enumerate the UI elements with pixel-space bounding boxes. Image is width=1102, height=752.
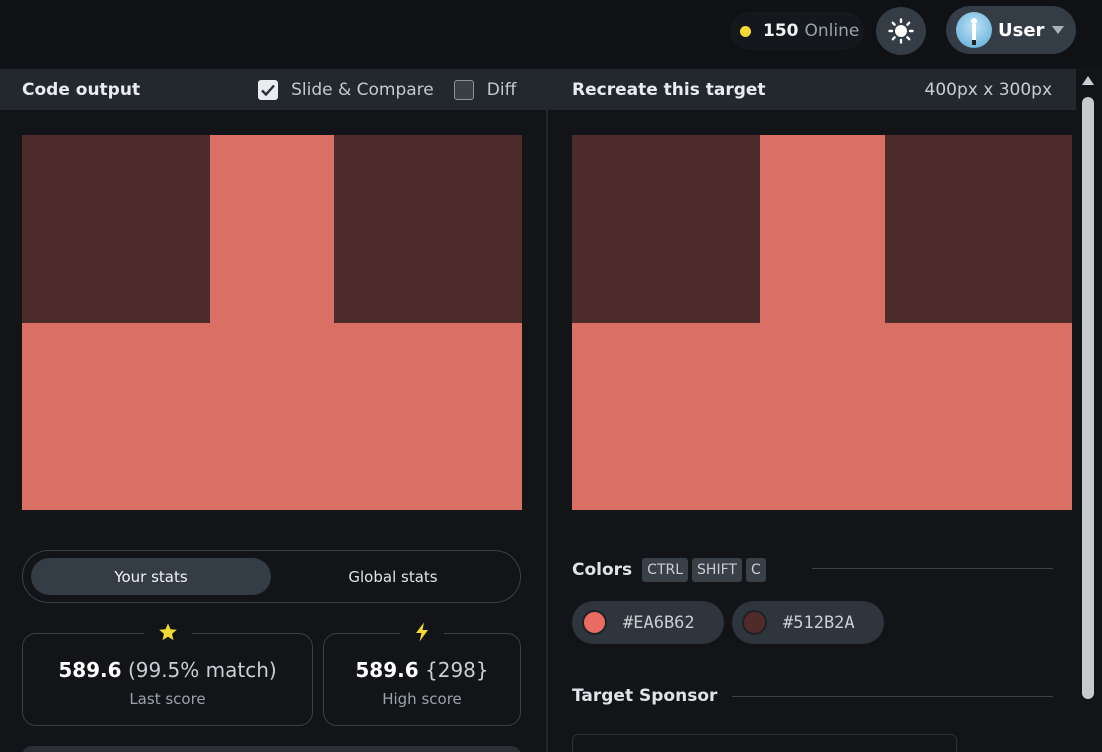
dark-block-left (22, 135, 210, 323)
color-swatch-chip[interactable]: #EA6B62 (572, 601, 724, 644)
online-indicator: 150 Online (730, 12, 864, 50)
color-swatch (582, 610, 607, 635)
colors-divider (812, 568, 1053, 569)
code-output-preview[interactable] (22, 135, 522, 510)
high-score-value: 589.6 (355, 658, 419, 682)
color-hex: #512B2A (783, 612, 855, 633)
color-swatch-chip[interactable]: #512B2A (732, 601, 884, 644)
dark-block-right (885, 135, 1072, 323)
slide-compare-toggle[interactable]: Slide & Compare (258, 79, 434, 100)
target-dimensions: 400px x 300px (924, 79, 1052, 100)
last-score: 589.6 (99.5% match) (23, 658, 312, 682)
code-output-header: Code output Slide & Compare Diff (0, 69, 546, 110)
tab-your-stats[interactable]: Your stats (31, 558, 271, 595)
color-swatch (742, 610, 767, 635)
target-title: Recreate this target (572, 79, 766, 100)
kbd-ctrl: CTRL (642, 558, 689, 582)
sponsor-title: Target Sponsor (572, 686, 718, 706)
last-score-label: Last score (129, 690, 206, 708)
bottom-panel[interactable] (22, 746, 521, 752)
diff-checkbox[interactable] (453, 79, 474, 100)
diff-toggle[interactable]: Diff (453, 79, 517, 100)
tab-global-stats[interactable]: Global stats (273, 558, 513, 595)
online-count: 150 (763, 21, 799, 41)
high-score-card: 589.6 {298} High score (323, 622, 521, 726)
last-score-match: (99.5% match) (127, 658, 277, 682)
theme-toggle-button[interactable] (876, 7, 926, 55)
online-label: Online (804, 21, 860, 41)
sun-icon (888, 18, 914, 44)
high-score-extra: {298} (425, 658, 489, 682)
code-output-title: Code output (22, 79, 141, 100)
last-score-value: 589.6 (58, 658, 122, 682)
sponsor-box[interactable] (572, 734, 957, 752)
last-score-card: 589.6 (99.5% match) Last score (22, 622, 313, 726)
target-preview (572, 135, 1072, 510)
kbd-c: C (745, 558, 766, 582)
dark-block-right (334, 135, 522, 323)
diff-label: Diff (486, 79, 517, 100)
high-score-label: High score (382, 690, 462, 708)
lightning-icon (400, 622, 444, 648)
high-score: 589.6 {298} (324, 658, 520, 682)
kbd-shift: SHIFT (692, 558, 742, 582)
scroll-up-arrow-icon[interactable] (1082, 76, 1094, 85)
slide-compare-checkbox[interactable] (258, 79, 279, 100)
stats-toggle: Your stats Global stats (22, 550, 521, 603)
online-dot-icon (740, 25, 751, 37)
sponsor-divider (732, 696, 1053, 697)
dark-block-left (572, 135, 760, 323)
target-header: Recreate this target 400px x 300px (548, 69, 1076, 110)
user-name: User (998, 19, 1045, 41)
color-hex: #EA6B62 (623, 612, 695, 633)
colors-heading: Colors CTRL SHIFT C (572, 557, 770, 583)
user-menu-button[interactable]: User (946, 6, 1076, 54)
star-icon (143, 622, 192, 648)
chevron-down-icon (1052, 26, 1065, 34)
avatar (956, 12, 992, 48)
panel-divider[interactable] (546, 69, 548, 752)
check-icon (261, 84, 275, 96)
top-bar: 150 Online User (0, 0, 1102, 68)
colors-title: Colors (572, 560, 633, 580)
slide-compare-label: Slide & Compare (291, 79, 434, 100)
scrollbar-thumb[interactable] (1082, 97, 1094, 699)
